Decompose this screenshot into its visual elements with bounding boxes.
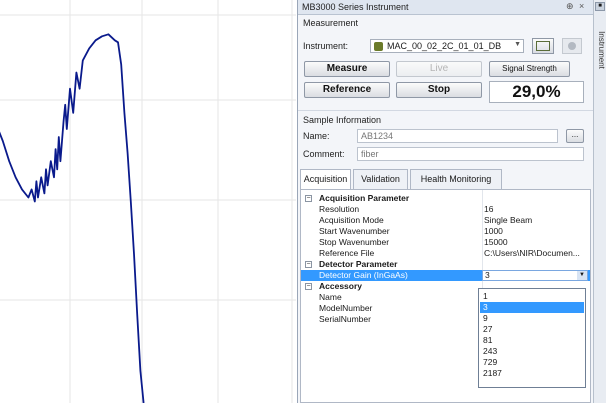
gain-option[interactable]: 81 (480, 335, 584, 346)
chevron-down-icon[interactable]: ▼ (577, 271, 587, 280)
tab-health-monitoring[interactable]: Health Monitoring (410, 169, 502, 189)
category-label: Acquisition Parameter (319, 193, 410, 203)
category-label: Accessory (319, 281, 363, 291)
live-button[interactable]: Live (396, 61, 482, 77)
side-tab-label: Instrument (597, 31, 606, 69)
property-value: C:\Users\NIR\Documen... (484, 248, 580, 258)
measurement-group-label: Measurement (303, 18, 359, 28)
property-name: Stop Wavenumber (319, 237, 390, 247)
comment-label: Comment: (303, 149, 345, 159)
close-icon[interactable]: × (579, 1, 584, 11)
gain-option[interactable]: 2187 (480, 368, 584, 379)
panel-title: MB3000 Series Instrument (302, 2, 409, 12)
browse-button[interactable]: ... (566, 129, 584, 143)
gain-option[interactable]: 27 (480, 324, 584, 335)
tab-acquisition[interactable]: Acquisition (300, 169, 351, 190)
instrument-icon (374, 42, 383, 51)
property-row-detector-gain[interactable]: Detector Gain (InGaAs) 3 ▼ (301, 270, 590, 281)
reference-button[interactable]: Reference (304, 82, 390, 98)
plot-gridlines (0, 0, 296, 403)
category-label: Detector Parameter (319, 259, 398, 269)
pin-icon[interactable]: ■ (595, 2, 605, 11)
gain-option[interactable]: 9 (480, 313, 584, 324)
property-name: Acquisition Mode (319, 215, 384, 225)
category-acquisition[interactable]: − Acquisition Parameter (301, 193, 590, 204)
signal-strength-value: 29,0% (489, 81, 584, 103)
property-name: Resolution (319, 204, 360, 214)
property-row-acquisition-mode[interactable]: Acquisition Mode Single Beam (301, 215, 590, 226)
property-name: ModelNumber (319, 303, 373, 313)
tab-validation[interactable]: Validation (353, 169, 408, 189)
category-detector[interactable]: − Detector Parameter (301, 259, 590, 270)
signal-strength-button[interactable]: Signal Strength (489, 61, 570, 77)
comment-field[interactable]: fiber (357, 147, 584, 161)
property-name: Reference File (319, 248, 375, 258)
property-name: Start Wavenumber (319, 226, 390, 236)
name-field[interactable]: AB1234 (357, 129, 558, 143)
disconnect-icon (568, 42, 576, 50)
detector-gain-value: 3 (485, 270, 490, 280)
instrument-select-value: MAC_00_02_2C_01_01_DB (387, 41, 502, 51)
property-row-reference-file[interactable]: Reference File C:\Users\NIR\Documen... (301, 248, 590, 259)
collapse-icon[interactable]: − (305, 283, 312, 290)
property-row-resolution[interactable]: Resolution 16 (301, 204, 590, 215)
settings-tabs: Acquisition Validation Health Monitoring (298, 169, 593, 190)
gain-option[interactable]: 243 (480, 346, 584, 357)
chevron-down-icon: ▼ (514, 41, 521, 48)
instrument-label: Instrument: (303, 41, 349, 51)
property-value: 1000 (484, 226, 503, 236)
collapse-icon[interactable]: − (305, 195, 312, 202)
property-name: Detector Gain (InGaAs) (319, 270, 408, 280)
network-button[interactable] (532, 38, 554, 54)
detector-gain-dropdown[interactable]: 1 3 9 27 81 243 729 2187 (478, 288, 586, 388)
measure-button[interactable]: Measure (304, 61, 390, 77)
instrument-side-tab[interactable]: ■ Instrument (593, 0, 606, 403)
property-row-start-wavenumber[interactable]: Start Wavenumber 1000 (301, 226, 590, 237)
gain-option[interactable]: 729 (480, 357, 584, 368)
spectrum-line (0, 33, 145, 404)
collapse-icon[interactable]: − (305, 261, 312, 268)
panel-titlebar: MB3000 Series Instrument ⊕ × (298, 0, 593, 15)
network-icon (536, 41, 550, 51)
gain-option[interactable]: 3 (480, 302, 584, 313)
property-value: Single Beam (484, 215, 533, 225)
instrument-select[interactable]: MAC_00_02_2C_01_01_DB ▼ (370, 39, 524, 53)
gain-option[interactable]: 1 (480, 291, 584, 302)
property-value: 15000 (484, 237, 508, 247)
pin-icon[interactable]: ⊕ (566, 1, 574, 12)
disconnect-button[interactable] (562, 38, 582, 54)
property-row-stop-wavenumber[interactable]: Stop Wavenumber 15000 (301, 237, 590, 248)
spectrum-plot (0, 0, 296, 404)
sample-group-label: Sample Information (303, 115, 382, 125)
detector-gain-select[interactable]: 3 ▼ (482, 270, 588, 281)
spectrum-chart (0, 0, 296, 404)
divider (298, 110, 593, 111)
name-label: Name: (303, 131, 330, 141)
property-name: Name (319, 292, 342, 302)
property-value: 16 (484, 204, 494, 214)
property-name: SerialNumber (319, 314, 371, 324)
stop-button[interactable]: Stop (396, 82, 482, 98)
